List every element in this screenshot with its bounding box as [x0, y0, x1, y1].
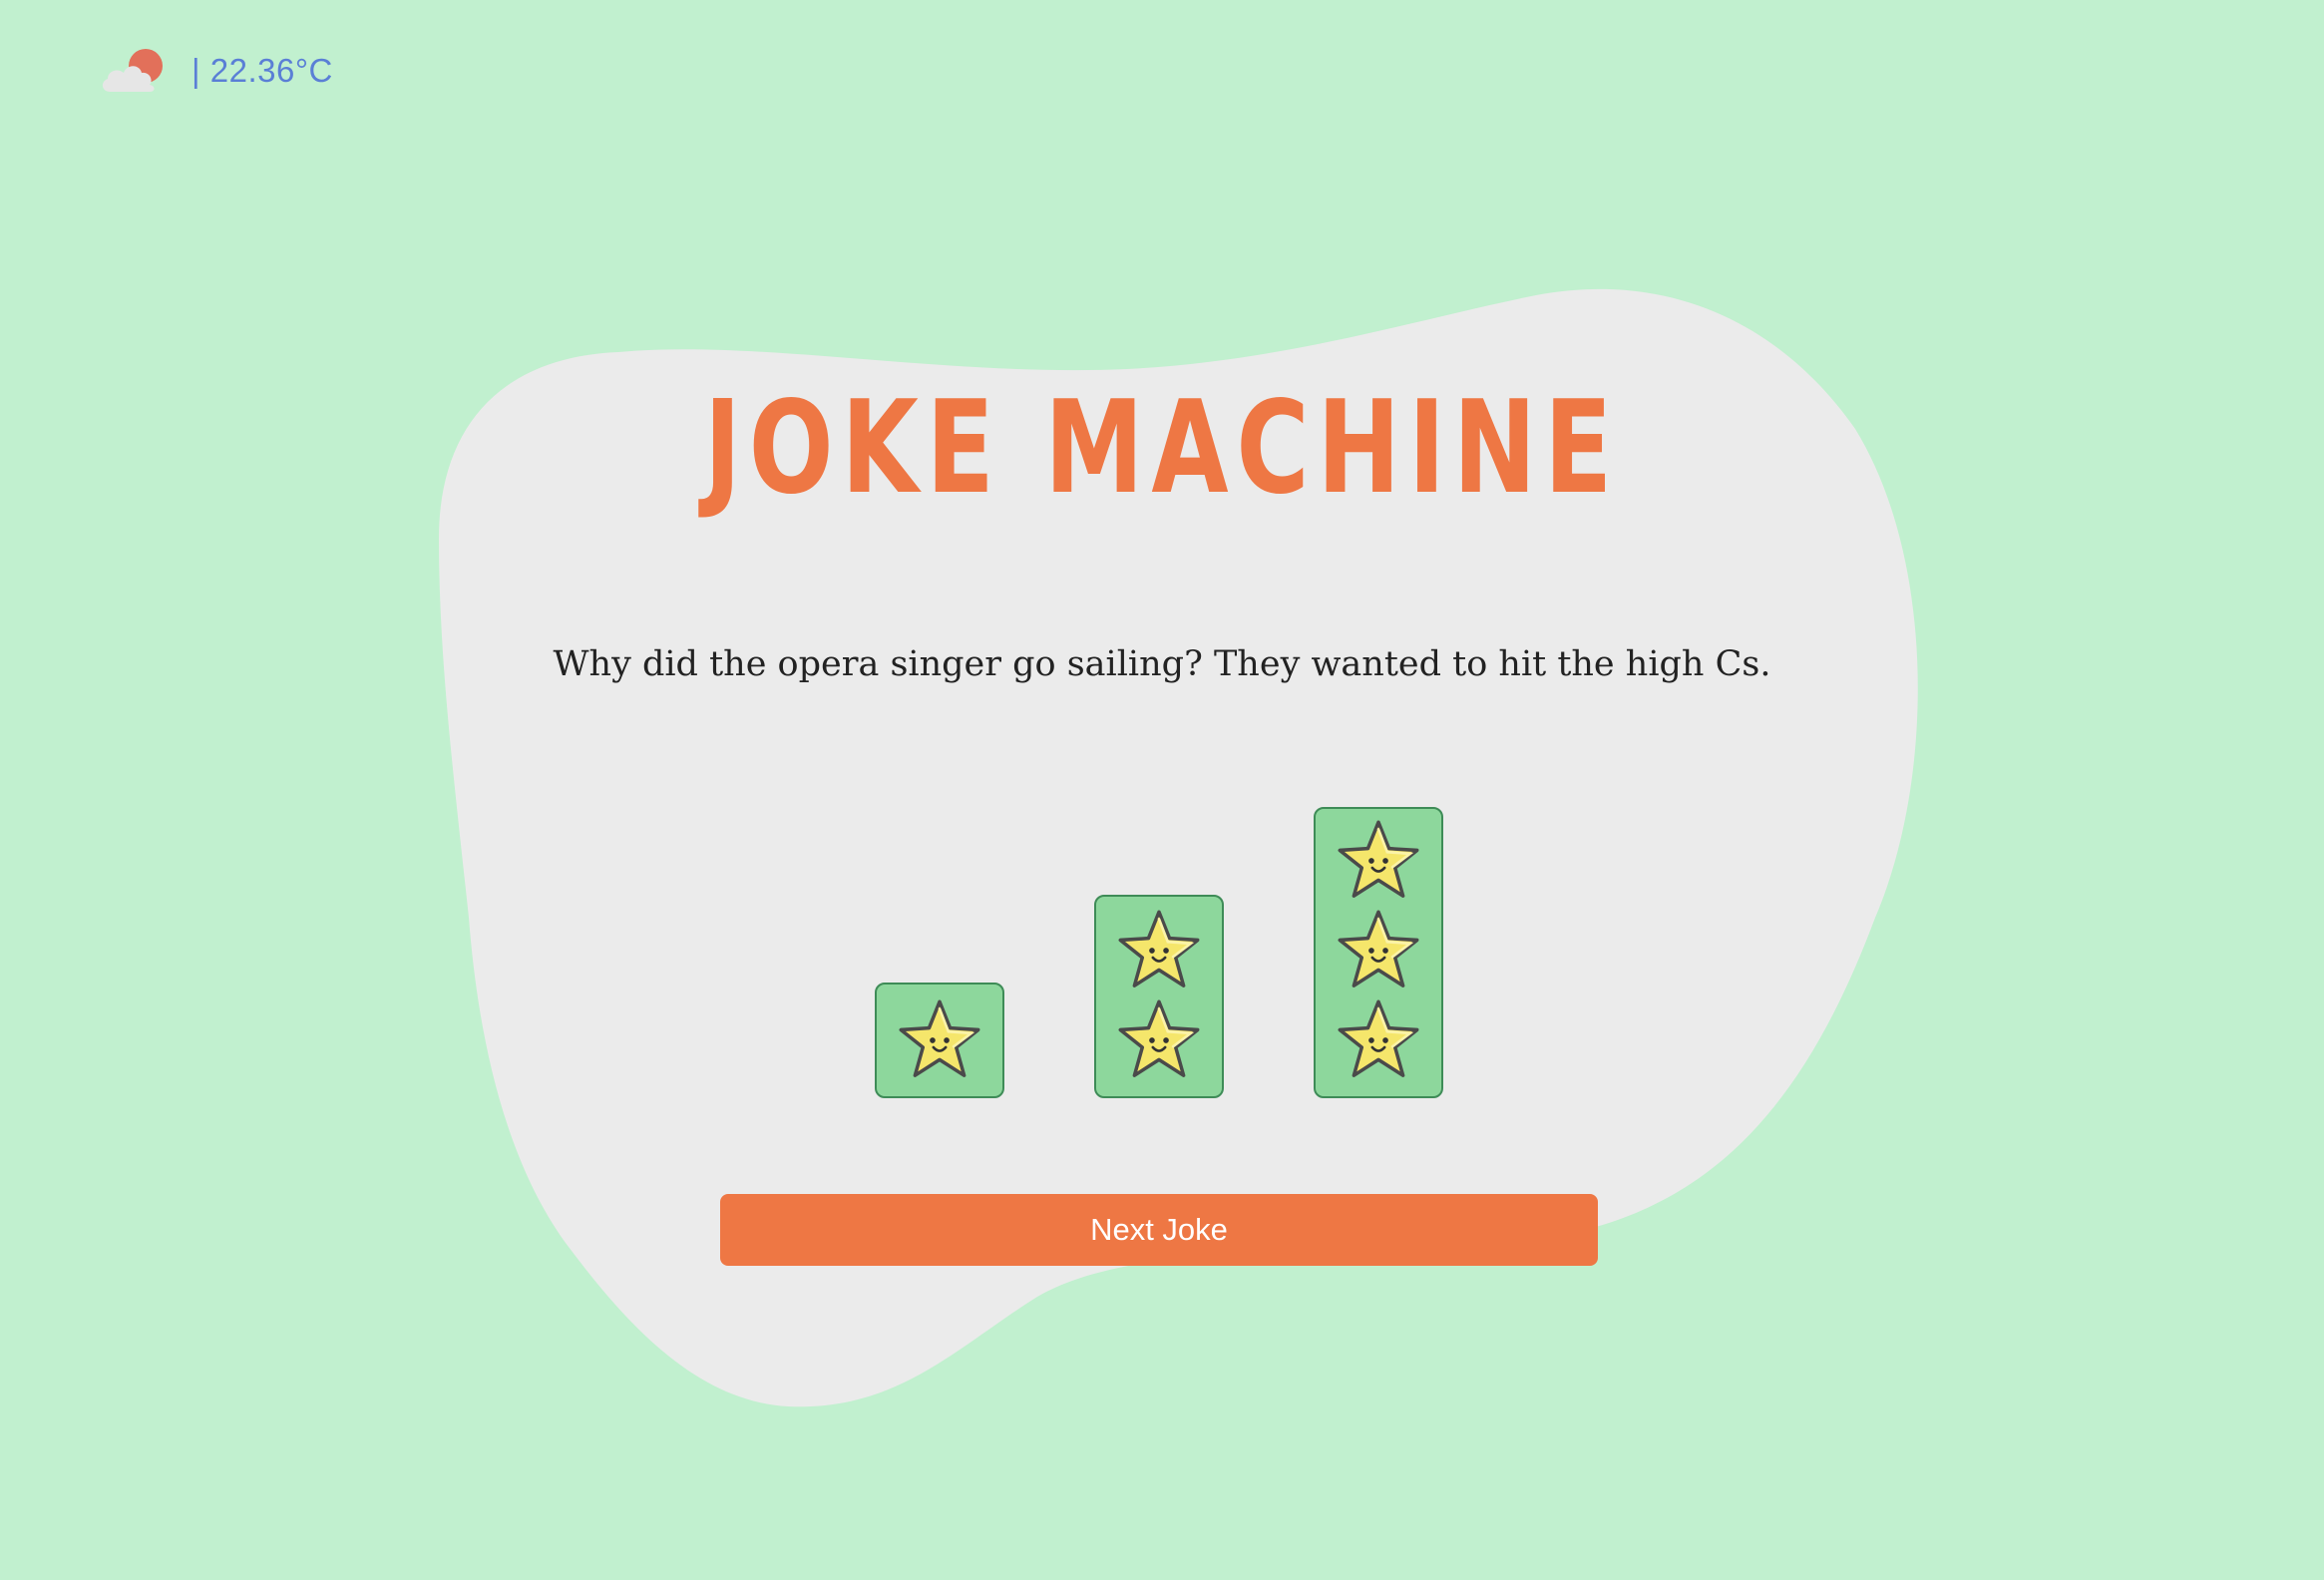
smiling-star-icon — [1335, 996, 1422, 1084]
next-joke-button[interactable]: Next Joke — [720, 1194, 1598, 1266]
rating-button-3-stars[interactable] — [1314, 807, 1443, 1098]
smiling-star-icon — [1335, 907, 1422, 994]
smiling-star-icon — [1115, 996, 1203, 1084]
rating-button-2-stars[interactable] — [1094, 895, 1224, 1098]
smiling-star-icon — [1115, 907, 1203, 994]
smiling-star-icon — [896, 996, 983, 1084]
smiling-star-icon — [1335, 817, 1422, 905]
rating-group — [0, 0, 2324, 1580]
rating-button-1-star[interactable] — [875, 983, 1004, 1098]
